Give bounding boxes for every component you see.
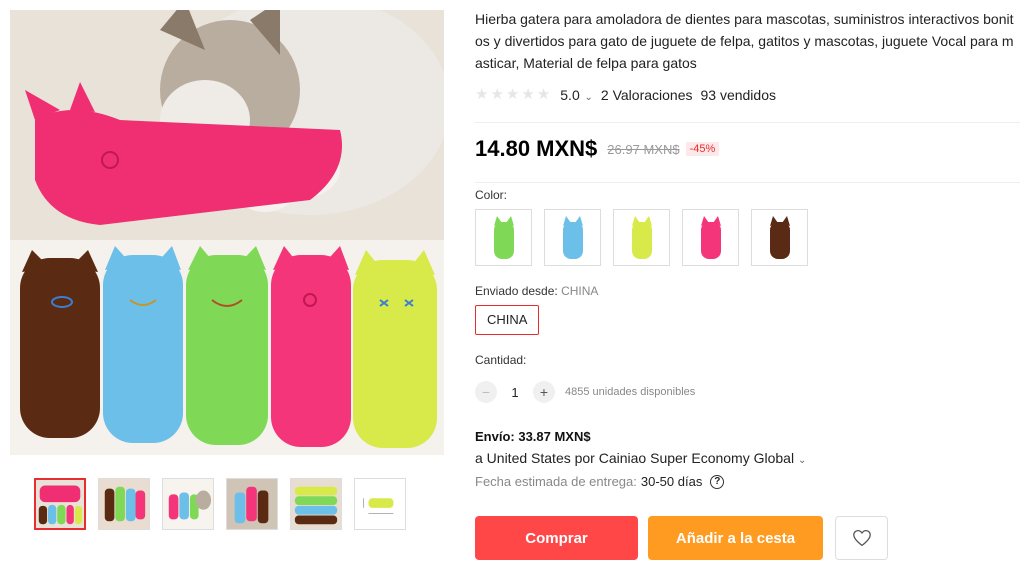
star-icon: ★ (490, 86, 504, 103)
delivery-label: Fecha estimada de entrega: (475, 474, 637, 489)
price-row: 14.80 MXN$ 26.97 MXN$ -45% (475, 136, 720, 162)
star-icon: ★ (505, 86, 520, 103)
star-icon: ★ (521, 86, 535, 103)
main-product-image[interactable] (10, 10, 444, 455)
chevron-down-icon: ⌄ (797, 455, 807, 466)
current-price: 14.80 MXN$ (475, 136, 598, 161)
ships-from-title: Enviado desde: (475, 284, 558, 298)
thumbnail-4[interactable] (226, 478, 278, 530)
rating-stars: ★ ★ ★ ★ ★ (475, 87, 550, 103)
product-info: Hierba gatera para amoladora de dientes … (475, 8, 1020, 560)
star-icon: ★ (536, 86, 551, 103)
rating-row: ★ ★ ★ ★ ★ 5.0 ⌄ 2 Valoraciones 93 vendid… (475, 86, 1020, 104)
divider (475, 182, 1020, 183)
sold-count: 93 vendidos (700, 87, 776, 103)
discount-badge: -45% (685, 142, 720, 156)
star-icon: ★ (475, 86, 489, 103)
quantity-input[interactable]: 1 (497, 385, 533, 400)
rating-score: 5.0 (560, 87, 580, 103)
ships-from-option-china[interactable]: CHINA (475, 305, 540, 335)
thumbnail-5[interactable] (290, 478, 342, 530)
wishlist-button[interactable] (835, 516, 888, 560)
thumbnail-2[interactable] (98, 478, 150, 530)
shipping-route: a United States por Cainiao Super Econom… (475, 450, 795, 466)
color-option-yellow[interactable] (613, 209, 670, 266)
quantity-label: Cantidad: (475, 353, 527, 367)
rating-score-dropdown[interactable]: 5.0 ⌄ (560, 87, 593, 103)
delivery-days: 30-50 días (640, 474, 703, 489)
product-title: Hierba gatera para amoladora de dientes … (475, 11, 1014, 71)
thumbnail-3[interactable] (162, 478, 214, 530)
thumbnail-1[interactable] (34, 478, 86, 530)
color-option-blue[interactable] (544, 209, 601, 266)
delivery-estimate: Fecha estimada de entrega: 30-50 días ? (475, 474, 725, 489)
thumbnail-strip (34, 478, 406, 530)
original-price: 26.97 MXN$ (607, 141, 680, 157)
ships-from-label: Enviado desde: CHINA (475, 284, 598, 298)
buy-now-button[interactable]: Comprar (475, 516, 638, 560)
heart-icon (852, 529, 871, 547)
quantity-plus-button[interactable]: + (533, 381, 555, 403)
product-gallery (10, 10, 444, 530)
quantity-stepper: − 1 + 4855 unidades disponibles (475, 381, 695, 403)
color-swatches (475, 209, 808, 266)
color-option-pink[interactable] (682, 209, 739, 266)
shipping-method-dropdown[interactable]: a United States por Cainiao Super Econom… (475, 450, 806, 466)
question-circle-icon[interactable]: ? (710, 474, 725, 489)
add-to-cart-button[interactable]: Añadir a la cesta (648, 516, 823, 560)
color-option-brown[interactable] (751, 209, 808, 266)
color-label: Color: (475, 188, 508, 202)
reviews-link[interactable]: 2 Valoraciones (601, 87, 693, 103)
available-units: 4855 unidades disponibles (565, 386, 696, 398)
thumbnail-6[interactable] (354, 478, 406, 530)
color-option-green[interactable] (475, 209, 532, 266)
shipping-cost: Envío: 33.87 MXN$ (475, 429, 591, 444)
action-buttons: Comprar Añadir a la cesta (475, 516, 888, 560)
ships-from-value: CHINA (561, 284, 599, 298)
chevron-down-icon: ⌄ (581, 92, 593, 103)
quantity-minus-button[interactable]: − (475, 381, 497, 403)
divider (475, 122, 1020, 123)
